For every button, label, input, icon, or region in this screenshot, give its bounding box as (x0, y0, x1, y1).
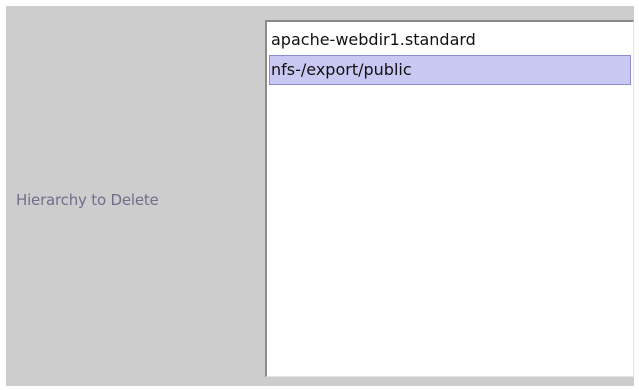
delete-hierarchy-panel: Hierarchy to Delete apache-webdir1.stand… (6, 6, 634, 386)
hierarchy-listbox[interactable]: apache-webdir1.standard nfs-/export/publ… (265, 20, 634, 377)
hierarchy-to-delete-label: Hierarchy to Delete (16, 191, 159, 209)
list-item-apache-webdir1-standard[interactable]: apache-webdir1.standard (269, 25, 631, 55)
list-item-nfs-export-public[interactable]: nfs-/export/public (269, 55, 631, 85)
